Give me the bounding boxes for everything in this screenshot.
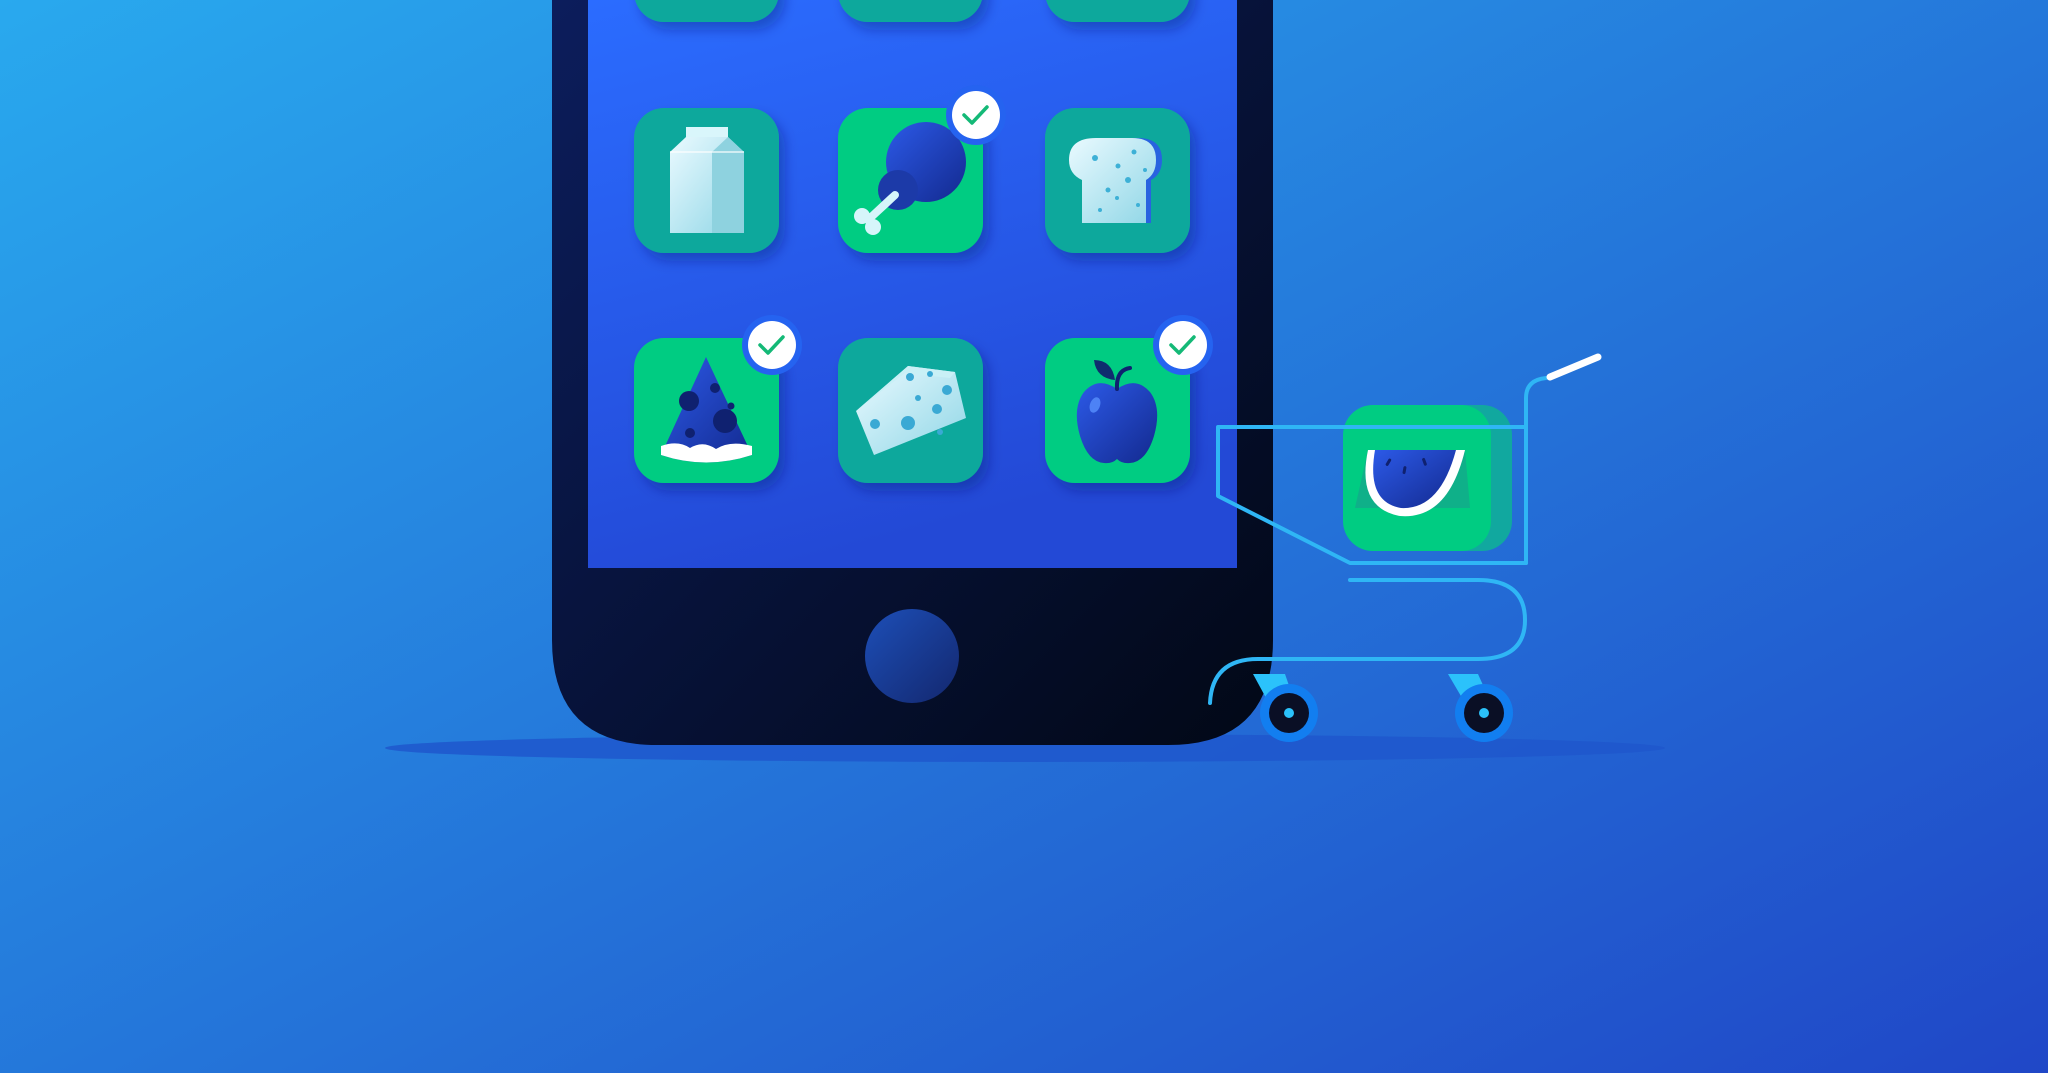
top-row-tiles: [634, 0, 1190, 22]
tile-bread[interactable]: [1045, 108, 1190, 253]
check-badge: [1153, 315, 1213, 375]
tile-milk[interactable]: [634, 108, 779, 253]
tile-apple[interactable]: [1045, 315, 1213, 483]
app-tile-partial-3[interactable]: [1045, 0, 1190, 22]
milk-carton-icon: [670, 127, 744, 233]
tile-pizza[interactable]: [634, 315, 802, 483]
grocery-app-illustration: [0, 0, 2048, 1073]
app-tile-partial-1[interactable]: [634, 0, 779, 22]
home-button[interactable]: [865, 609, 959, 703]
check-badge: [946, 85, 1006, 145]
check-badge: [742, 315, 802, 375]
bread-loaf-icon: [1069, 138, 1162, 223]
tile-chicken[interactable]: [838, 85, 1006, 253]
app-tile-partial-2[interactable]: [838, 0, 983, 22]
tile-cheese[interactable]: [838, 338, 983, 483]
